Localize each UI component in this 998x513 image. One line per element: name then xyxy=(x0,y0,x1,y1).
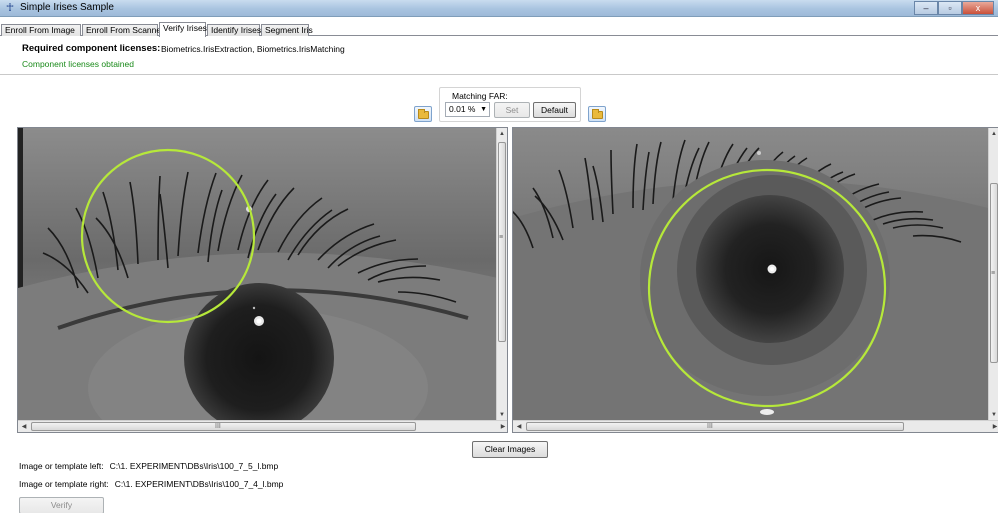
grip-icon: III xyxy=(707,423,713,430)
scroll-right-icon[interactable]: ▶ xyxy=(498,422,507,432)
set-button[interactable]: Set xyxy=(494,102,530,118)
scroll-down-icon[interactable]: ▼ xyxy=(497,410,507,420)
image-left-row: Image or template left: C:\1. EXPERIMENT\… xyxy=(19,461,278,471)
window-title: Simple Irises Sample xyxy=(20,2,114,13)
image-left-path: C:\1. EXPERIMENT\DBs\Iris\100_7_5_l.bmp xyxy=(109,461,279,471)
tab-enroll-from-image[interactable]: Enroll From Image xyxy=(1,24,81,36)
far-select-value: 0.01 % xyxy=(449,104,476,114)
scroll-up-icon[interactable]: ▲ xyxy=(989,129,998,139)
maximize-button[interactable]: ▫ xyxy=(938,1,962,15)
chevron-down-icon: ▼ xyxy=(480,106,487,113)
folder-icon xyxy=(418,109,429,119)
tab-enroll-from-scanner[interactable]: Enroll From Scanner xyxy=(82,24,164,36)
window-controls: – ▫ x xyxy=(914,1,994,15)
scroll-left-icon[interactable]: ◀ xyxy=(19,422,29,432)
image-right-row: Image or template right: C:\1. EXPERIMENT… xyxy=(19,479,283,489)
tab-strip: Enroll From Image Enroll From Scanner Ve… xyxy=(0,22,998,37)
matching-far-label: Matching FAR: xyxy=(452,91,508,101)
folder-icon xyxy=(592,109,603,119)
default-button[interactable]: Default xyxy=(533,102,576,118)
close-button[interactable]: x xyxy=(962,1,994,15)
license-panel: Required component licenses: Biometrics.… xyxy=(0,37,998,75)
right-hscroll-thumb[interactable]: III xyxy=(526,422,904,431)
clear-images-button[interactable]: Clear Images xyxy=(472,441,548,458)
image-left-label: Image or template left: xyxy=(19,461,104,471)
far-select[interactable]: 0.01 % ▼ xyxy=(445,102,490,117)
left-image-viewer[interactable]: ▲ ≡ ▼ ◀ III ▶ xyxy=(17,127,508,433)
scroll-up-icon[interactable]: ▲ xyxy=(497,129,507,139)
grip-icon: ≡ xyxy=(991,270,996,277)
license-value: Biometrics.IrisExtraction, Biometrics.Ir… xyxy=(161,44,345,54)
left-eye-image xyxy=(18,128,498,422)
left-vertical-scrollbar[interactable]: ▲ ≡ ▼ xyxy=(496,128,507,421)
tab-segment-iris[interactable]: Segment Iris xyxy=(261,24,313,36)
minimize-button[interactable]: – xyxy=(914,1,938,15)
grip-icon: ≡ xyxy=(499,234,504,241)
license-label: Required component licenses: xyxy=(22,43,161,54)
open-left-image-button[interactable] xyxy=(414,106,432,122)
right-image-viewer[interactable]: ▲ ≡ ▼ ◀ III ▶ xyxy=(512,127,998,433)
app-icon: ☥ xyxy=(5,2,15,14)
license-status: Component licenses obtained xyxy=(22,59,134,69)
grip-icon: III xyxy=(215,423,221,430)
title-bar: ☥ Simple Irises Sample – ▫ x xyxy=(0,0,998,17)
verify-button[interactable]: Verify xyxy=(19,497,104,513)
scroll-right-icon[interactable]: ▶ xyxy=(990,422,998,432)
left-hscroll-thumb[interactable]: III xyxy=(31,422,416,431)
scroll-down-icon[interactable]: ▼ xyxy=(989,410,998,420)
right-eye-image xyxy=(513,128,988,422)
open-right-image-button[interactable] xyxy=(588,106,606,122)
image-right-path: C:\1. EXPERIMENT\DBs\Iris\100_7_4_l.bmp xyxy=(114,479,284,489)
matching-far-group: Matching FAR: 0.01 % ▼ Set Default xyxy=(439,87,581,122)
left-horizontal-scrollbar[interactable]: ◀ III ▶ xyxy=(18,420,507,432)
tab-identify-irises[interactable]: Identify Irises xyxy=(207,24,261,36)
image-right-label: Image or template right: xyxy=(19,479,109,489)
tab-verify-irises[interactable]: Verify Irises xyxy=(159,22,207,37)
right-vertical-scrollbar[interactable]: ▲ ≡ ▼ xyxy=(988,128,998,421)
scroll-left-icon[interactable]: ◀ xyxy=(514,422,524,432)
left-vscroll-thumb[interactable] xyxy=(498,142,506,342)
right-horizontal-scrollbar[interactable]: ◀ III ▶ xyxy=(513,420,998,432)
